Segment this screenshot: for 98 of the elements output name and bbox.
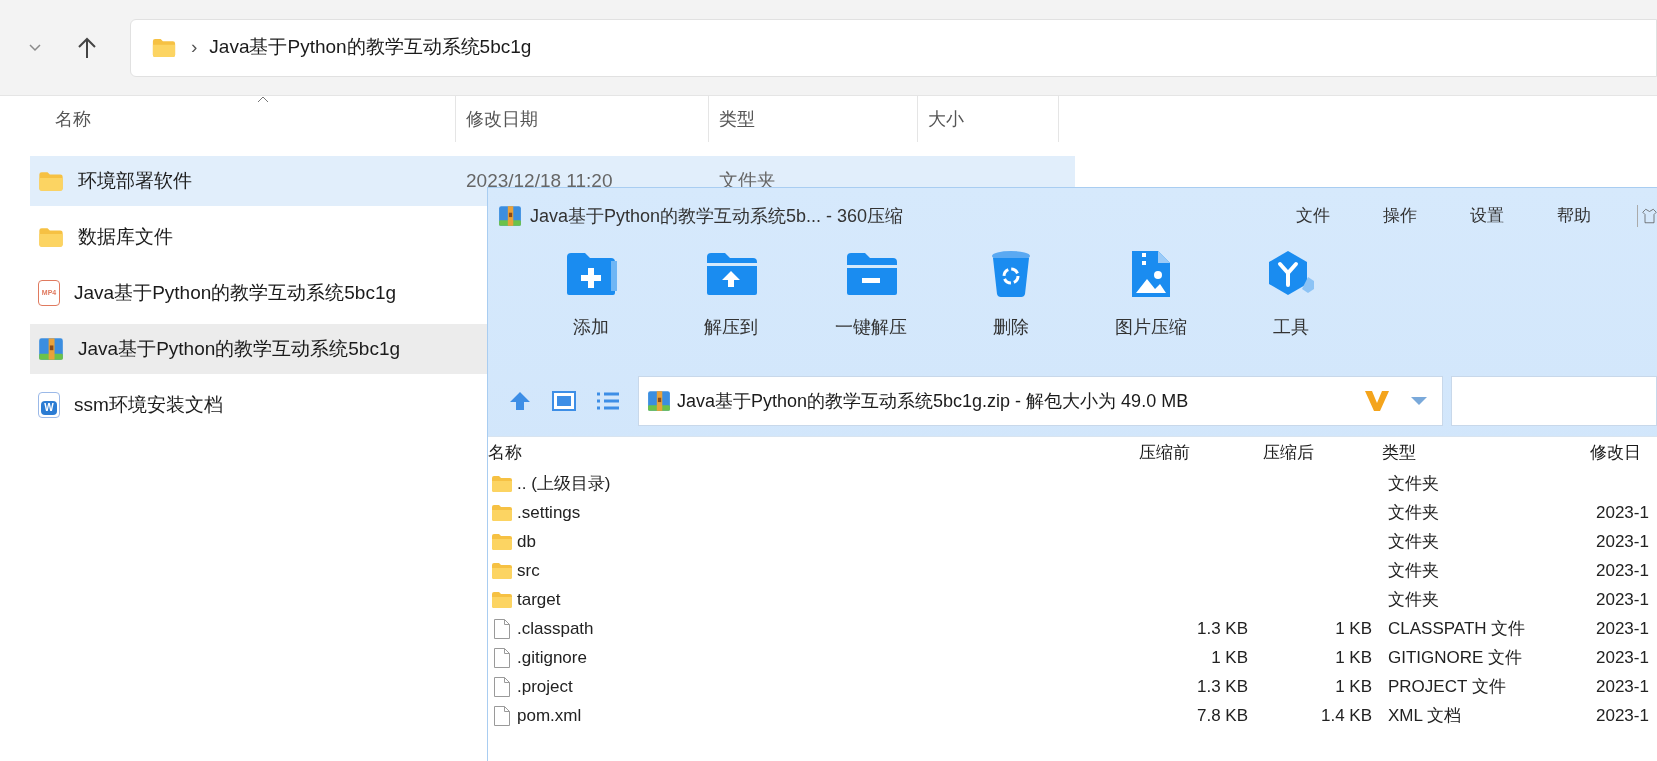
file-name: Java基于Python的教学互动系统5bc1g: [74, 280, 397, 305]
size-cell-text: 1.3 KB: [1196, 675, 1248, 698]
toolbar-button[interactable]: 添加: [521, 244, 661, 366]
column-header[interactable]: 修改日: [1588, 440, 1657, 466]
column-header[interactable]: 名称: [488, 440, 1136, 466]
file-name: ssm环境安装文档: [74, 392, 223, 417]
column-header[interactable]: 名称: [30, 96, 456, 142]
file-name[interactable]: db: [517, 528, 536, 555]
toolbar-button[interactable]: 工具: [1221, 244, 1361, 366]
folder-plus-icon: [565, 251, 617, 297]
date-cell: 2023-1: [1596, 560, 1649, 580]
column-header[interactable]: 压缩后: [1258, 440, 1380, 466]
date-cell: 2023-1: [1596, 647, 1649, 667]
toolbar-button[interactable]: 一键解压: [801, 244, 941, 366]
menu-item[interactable]: 操作: [1356, 203, 1443, 229]
date-cell: 2023-1: [1596, 618, 1649, 638]
trash-icon: [989, 250, 1033, 298]
file-name[interactable]: .. (上级目录): [517, 470, 611, 497]
size-cell-text: 1 KB: [1335, 617, 1372, 640]
dropdown-arrow-icon[interactable]: [1410, 396, 1428, 406]
date-cell: 2023-1: [1596, 676, 1649, 696]
date-cell: 2023-1: [1596, 589, 1649, 609]
menu-item[interactable]: 帮助: [1530, 203, 1617, 229]
folder-icon: [491, 561, 513, 580]
folder-icon: [491, 503, 513, 522]
file-name: 数据库文件: [78, 224, 173, 249]
size-cell-text: 1.3 KB: [1196, 617, 1248, 640]
list-view-icon[interactable]: [596, 391, 620, 411]
column-header[interactable]: 修改日期: [456, 96, 709, 142]
file-name: Java基于Python的教学互动系统5bc1g: [78, 336, 401, 361]
document-icon: W: [38, 392, 60, 418]
type-cell: 文件夹: [1388, 502, 1439, 522]
file-name[interactable]: .settings: [517, 499, 581, 526]
file-row[interactable]: 数据库文件: [30, 212, 487, 262]
column-header[interactable]: 大小: [918, 96, 1059, 142]
type-cell: 文件夹: [1388, 589, 1439, 609]
date-cell-text: 2023/12/18 11:20: [465, 168, 614, 193]
folder-icon: [38, 170, 64, 192]
folder-minus-icon: [845, 251, 897, 297]
shirt-icon[interactable]: [1637, 205, 1657, 227]
menu-item[interactable]: 设置: [1443, 203, 1530, 229]
size-cell-text: 1 KB: [1335, 675, 1372, 698]
toolbar-button[interactable]: 图片压缩: [1081, 244, 1221, 366]
size-cell-text: 7.8 KB: [1196, 704, 1248, 727]
archive-icon: [38, 336, 64, 362]
archive-icon: [498, 204, 522, 228]
date-cell: 2023-1: [1596, 531, 1649, 551]
up-arrow-icon[interactable]: [76, 35, 98, 60]
file-row[interactable]: Java基于Python的教学互动系统5bc1g: [30, 324, 487, 374]
size-cell-text: 1 KB: [1211, 646, 1248, 669]
column-header[interactable]: 类型: [709, 96, 918, 142]
menu-item[interactable]: 文件: [1269, 203, 1356, 229]
date-cell: 2023-1: [1596, 502, 1649, 522]
breadcrumb-item[interactable]: Java基于Python的教学互动系统5bc1g: [209, 33, 532, 62]
file-icon: [493, 646, 511, 669]
file-icon: [493, 617, 511, 640]
breadcrumb-separator: ›: [191, 35, 198, 60]
size-cell-text: 1.4 KB: [1320, 704, 1372, 727]
window-view-icon[interactable]: [552, 391, 576, 411]
image-file-icon: [1130, 249, 1172, 299]
folder-icon: [151, 37, 177, 58]
v-logo-icon: [1364, 389, 1390, 413]
toolbar-button[interactable]: 删除: [941, 244, 1081, 366]
type-cell: 文件夹: [1388, 473, 1439, 493]
path-field[interactable]: Java基于Python的教学互动系统5bc1g.zip - 解包大小为 49.0 MB: [638, 376, 1443, 426]
file-name[interactable]: pom.xml: [517, 702, 582, 729]
folder-icon: [491, 590, 513, 609]
type-cell: 文件夹: [1388, 560, 1439, 580]
file-name: 环境部署软件: [78, 168, 192, 193]
address-field[interactable]: › Java基于Python的教学互动系统5bc1g: [130, 18, 1657, 77]
sort-caret-icon: [257, 96, 269, 103]
file-name[interactable]: .gitignore: [517, 644, 587, 671]
window-title: Java基于Python的教学互动系统5b... - 360压缩: [530, 204, 904, 228]
size-cell-text: 1 KB: [1335, 646, 1372, 669]
file-row[interactable]: W ssm环境安装文档: [30, 380, 487, 430]
folder-icon: [491, 474, 513, 493]
type-cell: GITIGNORE 文件: [1388, 647, 1523, 667]
path-text: Java基于Python的教学互动系统5bc1g.zip - 解包大小为 49.0 MB: [677, 389, 1189, 413]
column-header[interactable]: 类型: [1380, 440, 1588, 466]
search-field[interactable]: [1451, 376, 1657, 426]
type-cell: 文件夹: [1388, 531, 1439, 551]
archive-icon: [647, 389, 671, 413]
folder-icon: [38, 226, 64, 248]
file-name[interactable]: target: [517, 586, 561, 613]
type-cell: CLASSPATH 文件: [1388, 618, 1526, 638]
type-cell: XML 文档: [1388, 705, 1462, 725]
file-icon: [493, 675, 511, 698]
file-name[interactable]: .classpath: [517, 615, 594, 642]
chevron-down-icon[interactable]: [28, 42, 42, 53]
folder-upload-icon: [705, 251, 757, 297]
file-name[interactable]: .project: [517, 673, 573, 700]
type-cell: PROJECT 文件: [1388, 676, 1506, 696]
folder-icon: [491, 532, 513, 551]
file-icon: [493, 704, 511, 727]
column-header[interactable]: 压缩前: [1136, 440, 1258, 466]
toolbar-button[interactable]: 解压到: [661, 244, 801, 366]
file-name[interactable]: src: [517, 557, 540, 584]
date-cell: 2023-1: [1596, 705, 1649, 725]
